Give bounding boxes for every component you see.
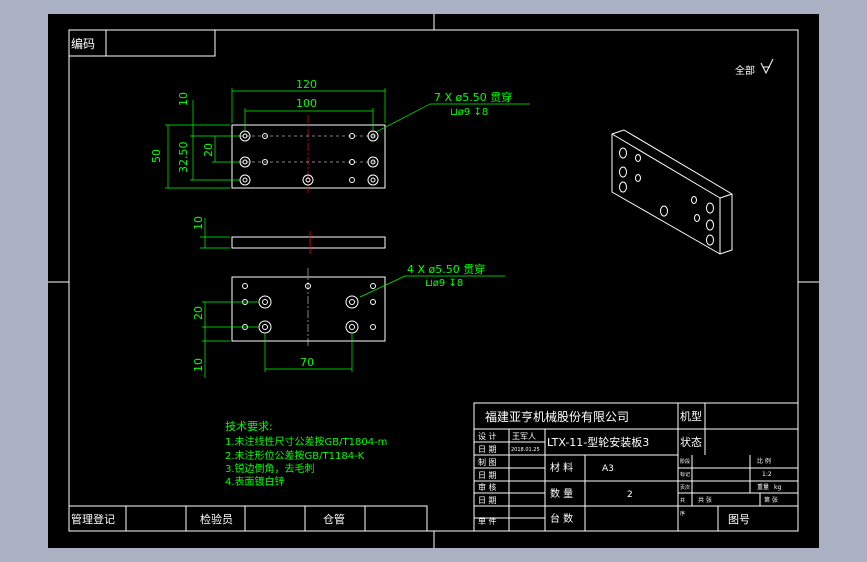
stage-label: 序 bbox=[680, 510, 685, 517]
sheet-label-1: 共 张 bbox=[698, 496, 712, 504]
stage-label: 阶段 bbox=[680, 458, 690, 465]
tech-req-item: 1.未注线性尺寸公差按GB/T1804-m bbox=[225, 435, 387, 448]
material-label: 材 料 bbox=[550, 461, 573, 474]
scale-label: 比 例 bbox=[757, 457, 771, 465]
weight-value: kg bbox=[774, 484, 781, 491]
sheet-label-2: 第 张 bbox=[764, 496, 778, 504]
dim-bottom-20: 20 bbox=[192, 306, 205, 320]
hole-callout-top-line2: ⊔ø9 ↧8 bbox=[450, 107, 488, 118]
sets-label: 台 数 bbox=[550, 512, 573, 525]
position-label: 仓管 bbox=[323, 512, 345, 526]
part-name: LTX-11-型轮安装板3 bbox=[547, 435, 649, 449]
tech-req-item: 4.表面镀白锌 bbox=[225, 475, 285, 488]
date-value: 2018.01.25 bbox=[511, 447, 540, 453]
dim-32-50: 32.50 bbox=[177, 142, 190, 174]
stage-label: 共 bbox=[680, 497, 685, 504]
company-name: 福建亚亨机械股份有限公司 bbox=[485, 409, 629, 424]
check-label: 审 核 bbox=[478, 482, 497, 492]
status-label: 状态 bbox=[680, 435, 702, 449]
date-label-2: 日 期 bbox=[478, 471, 497, 480]
dim-10-top: 10 bbox=[177, 92, 190, 106]
draw-label: 制 图 bbox=[478, 457, 497, 467]
unit-label: 单 件 bbox=[478, 516, 497, 526]
machine-label: 机型 bbox=[680, 409, 702, 423]
quantity-label: 数 量 bbox=[550, 487, 573, 500]
surface-finish-label: 全部 bbox=[735, 64, 755, 77]
stage-label: 标记 bbox=[680, 471, 690, 478]
tech-req-title: 技术要求: bbox=[225, 420, 273, 433]
inspector-label: 检验员 bbox=[200, 512, 233, 526]
hole-callout-bottom-line2: ⊔ø9 ↧8 bbox=[425, 278, 463, 289]
dim-70: 70 bbox=[300, 356, 314, 369]
hole-callout-top-line1: 7 X ø5.50 贯穿 bbox=[434, 90, 512, 104]
design-label: 设 计 bbox=[478, 431, 497, 441]
design-value: 王军人 bbox=[512, 432, 536, 441]
dim-50: 50 bbox=[150, 149, 163, 163]
date-label: 日 期 bbox=[478, 445, 497, 454]
material-value: A3 bbox=[602, 464, 614, 474]
quantity-value: 2 bbox=[627, 490, 633, 500]
weight-label: 重量 bbox=[757, 483, 769, 491]
scale-value: 1:2 bbox=[762, 471, 772, 478]
dim-bottom-10: 10 bbox=[192, 358, 205, 372]
drawing-number-label: 图号 bbox=[728, 513, 750, 526]
tech-req-item: 3.锐边倒角，去毛刺 bbox=[225, 462, 315, 475]
code-label: 编码 bbox=[71, 36, 95, 51]
date-label-3: 日 期 bbox=[478, 496, 497, 505]
hole-callout-bottom-line1: 4 X ø5.50 贯穿 bbox=[407, 262, 485, 276]
management-label: 管理登记 bbox=[71, 512, 115, 526]
dim-100: 100 bbox=[296, 97, 317, 110]
dim-120: 120 bbox=[296, 78, 317, 91]
tech-req-item: 2.未注形位公差按GB/T1184-K bbox=[225, 449, 365, 462]
dim-20: 20 bbox=[202, 143, 215, 157]
cad-viewer: 编码 全部 120 100 50 32.50 20 10 7 X ø5.50 贯… bbox=[0, 0, 867, 562]
stage-label: 页次 bbox=[680, 484, 690, 491]
dim-side-10: 10 bbox=[192, 216, 205, 230]
engineering-drawing: 编码 全部 120 100 50 32.50 20 10 7 X ø5.50 贯… bbox=[48, 14, 819, 548]
